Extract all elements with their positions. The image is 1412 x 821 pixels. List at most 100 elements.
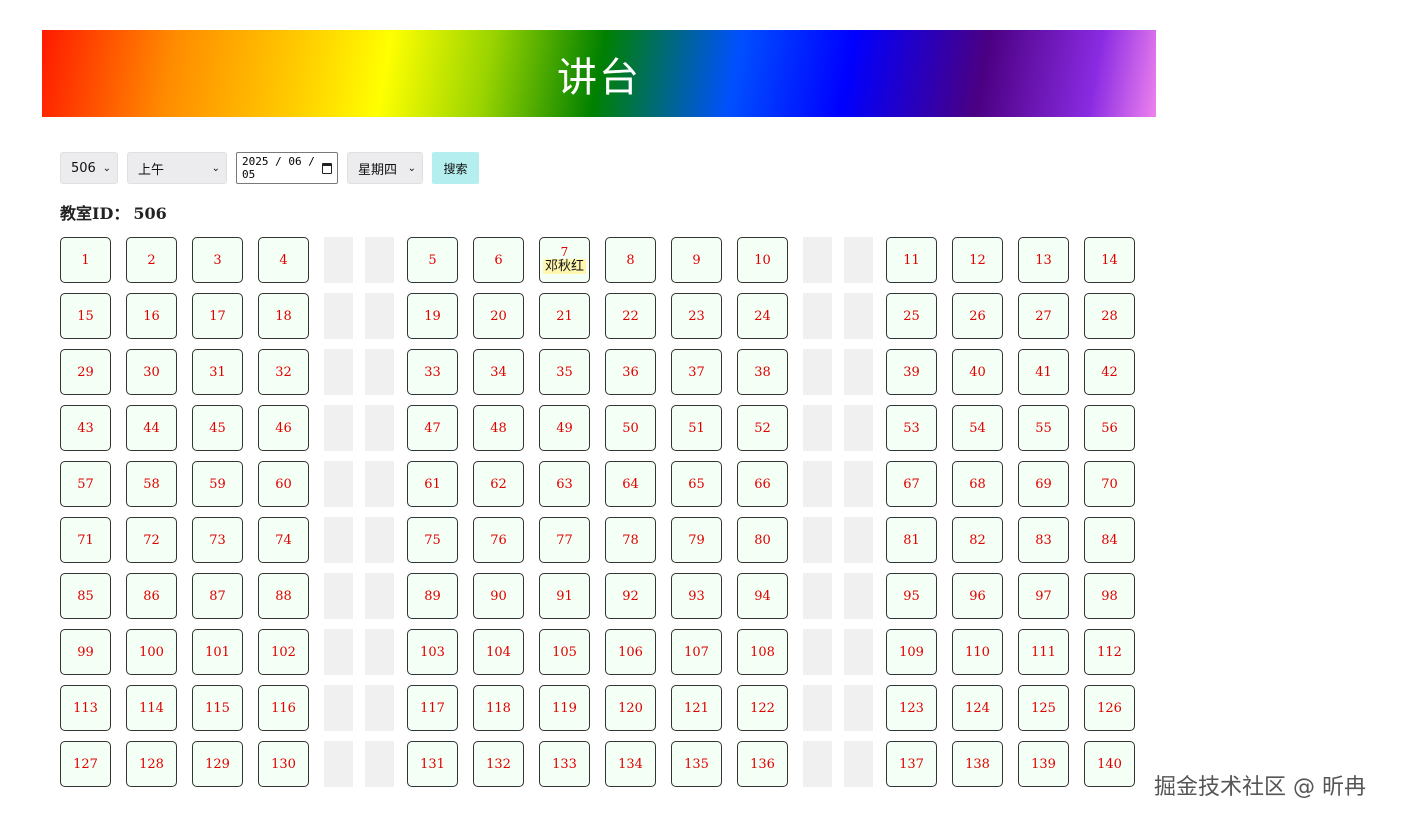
seat-68[interactable]: 68 <box>952 461 1003 507</box>
seat-87[interactable]: 87 <box>192 573 243 619</box>
seat-40[interactable]: 40 <box>952 349 1003 395</box>
seat-72[interactable]: 72 <box>126 517 177 563</box>
seat-131[interactable]: 131 <box>407 741 458 787</box>
seat-44[interactable]: 44 <box>126 405 177 451</box>
seat-121[interactable]: 121 <box>671 685 722 731</box>
seat-74[interactable]: 74 <box>258 517 309 563</box>
seat-41[interactable]: 41 <box>1018 349 1069 395</box>
seat-88[interactable]: 88 <box>258 573 309 619</box>
seat-134[interactable]: 134 <box>605 741 656 787</box>
seat-25[interactable]: 25 <box>886 293 937 339</box>
seat-39[interactable]: 39 <box>886 349 937 395</box>
seat-1[interactable]: 1 <box>60 237 111 283</box>
seat-123[interactable]: 123 <box>886 685 937 731</box>
seat-92[interactable]: 92 <box>605 573 656 619</box>
seat-71[interactable]: 71 <box>60 517 111 563</box>
seat-55[interactable]: 55 <box>1018 405 1069 451</box>
seat-106[interactable]: 106 <box>605 629 656 675</box>
seat-66[interactable]: 66 <box>737 461 788 507</box>
seat-28[interactable]: 28 <box>1084 293 1135 339</box>
seat-85[interactable]: 85 <box>60 573 111 619</box>
seat-56[interactable]: 56 <box>1084 405 1135 451</box>
seat-62[interactable]: 62 <box>473 461 524 507</box>
seat-49[interactable]: 49 <box>539 405 590 451</box>
seat-47[interactable]: 47 <box>407 405 458 451</box>
seat-137[interactable]: 137 <box>886 741 937 787</box>
seat-31[interactable]: 31 <box>192 349 243 395</box>
seat-135[interactable]: 135 <box>671 741 722 787</box>
seat-105[interactable]: 105 <box>539 629 590 675</box>
seat-43[interactable]: 43 <box>60 405 111 451</box>
seat-26[interactable]: 26 <box>952 293 1003 339</box>
seat-129[interactable]: 129 <box>192 741 243 787</box>
seat-126[interactable]: 126 <box>1084 685 1135 731</box>
seat-10[interactable]: 10 <box>737 237 788 283</box>
calendar-icon[interactable] <box>322 162 332 174</box>
seat-30[interactable]: 30 <box>126 349 177 395</box>
seat-27[interactable]: 27 <box>1018 293 1069 339</box>
seat-111[interactable]: 111 <box>1018 629 1069 675</box>
seat-63[interactable]: 63 <box>539 461 590 507</box>
seat-20[interactable]: 20 <box>473 293 524 339</box>
seat-98[interactable]: 98 <box>1084 573 1135 619</box>
seat-29[interactable]: 29 <box>60 349 111 395</box>
seat-59[interactable]: 59 <box>192 461 243 507</box>
seat-50[interactable]: 50 <box>605 405 656 451</box>
seat-125[interactable]: 125 <box>1018 685 1069 731</box>
seat-138[interactable]: 138 <box>952 741 1003 787</box>
seat-96[interactable]: 96 <box>952 573 1003 619</box>
seat-37[interactable]: 37 <box>671 349 722 395</box>
seat-95[interactable]: 95 <box>886 573 937 619</box>
seat-97[interactable]: 97 <box>1018 573 1069 619</box>
seat-79[interactable]: 79 <box>671 517 722 563</box>
seat-76[interactable]: 76 <box>473 517 524 563</box>
seat-57[interactable]: 57 <box>60 461 111 507</box>
seat-122[interactable]: 122 <box>737 685 788 731</box>
weekday-select[interactable]: 星期四 ⌄ <box>347 152 423 184</box>
seat-120[interactable]: 120 <box>605 685 656 731</box>
seat-60[interactable]: 60 <box>258 461 309 507</box>
seat-23[interactable]: 23 <box>671 293 722 339</box>
seat-94[interactable]: 94 <box>737 573 788 619</box>
seat-102[interactable]: 102 <box>258 629 309 675</box>
seat-128[interactable]: 128 <box>126 741 177 787</box>
seat-83[interactable]: 83 <box>1018 517 1069 563</box>
seat-38[interactable]: 38 <box>737 349 788 395</box>
seat-139[interactable]: 139 <box>1018 741 1069 787</box>
seat-19[interactable]: 19 <box>407 293 458 339</box>
seat-4[interactable]: 4 <box>258 237 309 283</box>
seat-24[interactable]: 24 <box>737 293 788 339</box>
seat-61[interactable]: 61 <box>407 461 458 507</box>
seat-89[interactable]: 89 <box>407 573 458 619</box>
seat-132[interactable]: 132 <box>473 741 524 787</box>
seat-140[interactable]: 140 <box>1084 741 1135 787</box>
seat-77[interactable]: 77 <box>539 517 590 563</box>
seat-93[interactable]: 93 <box>671 573 722 619</box>
seat-18[interactable]: 18 <box>258 293 309 339</box>
seat-136[interactable]: 136 <box>737 741 788 787</box>
seat-103[interactable]: 103 <box>407 629 458 675</box>
seat-45[interactable]: 45 <box>192 405 243 451</box>
seat-91[interactable]: 91 <box>539 573 590 619</box>
seat-34[interactable]: 34 <box>473 349 524 395</box>
seat-109[interactable]: 109 <box>886 629 937 675</box>
seat-115[interactable]: 115 <box>192 685 243 731</box>
seat-21[interactable]: 21 <box>539 293 590 339</box>
seat-51[interactable]: 51 <box>671 405 722 451</box>
seat-84[interactable]: 84 <box>1084 517 1135 563</box>
seat-133[interactable]: 133 <box>539 741 590 787</box>
seat-116[interactable]: 116 <box>258 685 309 731</box>
seat-5[interactable]: 5 <box>407 237 458 283</box>
seat-75[interactable]: 75 <box>407 517 458 563</box>
seat-17[interactable]: 17 <box>192 293 243 339</box>
seat-11[interactable]: 11 <box>886 237 937 283</box>
seat-127[interactable]: 127 <box>60 741 111 787</box>
seat-53[interactable]: 53 <box>886 405 937 451</box>
seat-104[interactable]: 104 <box>473 629 524 675</box>
seat-22[interactable]: 22 <box>605 293 656 339</box>
seat-12[interactable]: 12 <box>952 237 1003 283</box>
room-select[interactable]: 506 ⌄ <box>60 152 118 184</box>
date-input[interactable]: 2025 / 06 / 05 <box>236 152 338 184</box>
seat-70[interactable]: 70 <box>1084 461 1135 507</box>
seat-119[interactable]: 119 <box>539 685 590 731</box>
